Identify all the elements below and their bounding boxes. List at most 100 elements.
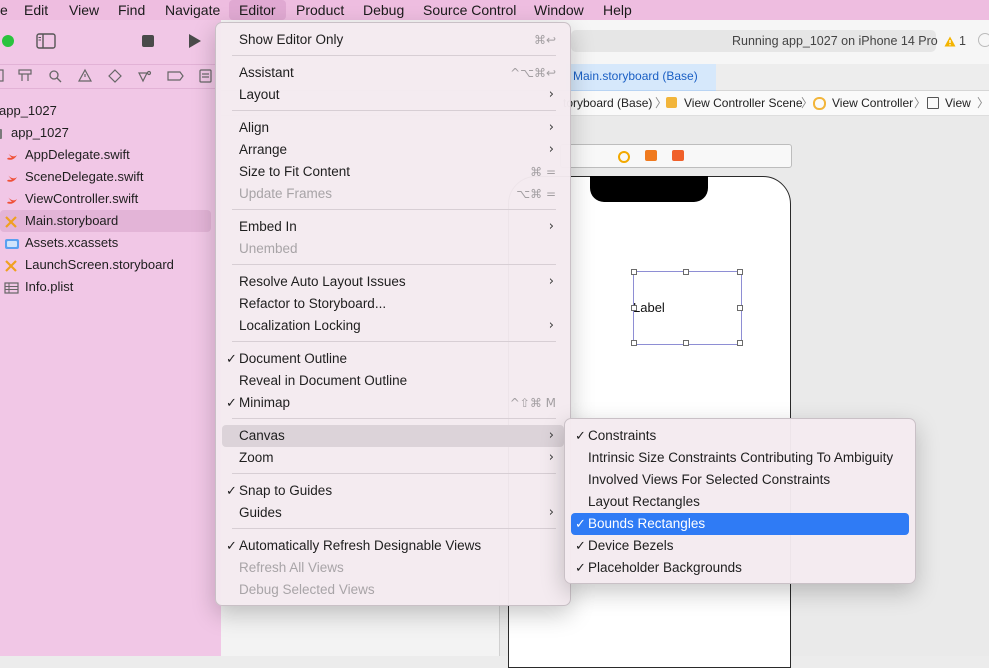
tree-item-assets[interactable]: Assets.xcassets [0, 232, 221, 254]
source-control-icon[interactable] [18, 69, 32, 81]
menu-item-refactor-storyboard[interactable]: Refactor to Storyboard... [222, 293, 564, 315]
library-icon[interactable] [978, 33, 989, 47]
resize-handle[interactable] [737, 340, 743, 346]
toolbar-left [0, 20, 221, 65]
checkmark-icon: ✓ [226, 395, 237, 410]
scene-icon [666, 97, 677, 108]
project-navigator-icon[interactable] [0, 69, 4, 82]
menu-item-label: Reveal in Document Outline [239, 373, 408, 388]
menu-item-resolve-auto-layout[interactable]: Resolve Auto Layout Issues › [222, 271, 564, 293]
breakpoint-navigator-icon[interactable] [167, 71, 184, 81]
tree-item-main-storyboard[interactable]: Main.storyboard [0, 210, 221, 232]
editor-menu: Show Editor Only ⌘↩ Assistant ^⌥⌘↩ Layou… [215, 22, 571, 606]
stop-icon[interactable] [142, 35, 154, 47]
run-icon[interactable] [188, 33, 202, 52]
menu-item-label: Layout Rectangles [588, 494, 700, 509]
menu-item-canvas[interactable]: Canvas › [222, 425, 564, 447]
menu-item-minimap[interactable]: ✓ Minimap ^⇧⌘ M [222, 392, 564, 414]
resize-handle[interactable] [737, 269, 743, 275]
resize-handle[interactable] [631, 305, 637, 311]
menu-item-layout[interactable]: Layout › [222, 84, 564, 106]
menu-view[interactable]: View [69, 0, 99, 20]
tree-item-launchscreen[interactable]: LaunchScreen.storyboard [0, 254, 221, 276]
menu-item-show-editor-only[interactable]: Show Editor Only ⌘↩ [222, 29, 564, 51]
menu-source-control[interactable]: Source Control [423, 0, 516, 20]
tree-item-label: ViewController.swift [25, 191, 139, 206]
jumpbar-scene[interactable]: View Controller Scene [684, 91, 803, 115]
menu-editor[interactable]: Editor [229, 0, 286, 20]
report-navigator-icon[interactable] [199, 69, 212, 83]
warning-icon[interactable] [944, 35, 956, 50]
menu-item-label: Guides [239, 505, 282, 520]
tree-item-project[interactable]: app_1027 [0, 100, 221, 122]
submenu-item-involved-views[interactable]: Involved Views For Selected Constraints [571, 469, 909, 491]
submenu-item-intrinsic-size[interactable]: Intrinsic Size Constraints Contributing … [571, 447, 909, 469]
find-navigator-icon[interactable] [49, 70, 62, 83]
shortcut-label: ^⌥⌘↩ [510, 66, 556, 80]
jumpbar-storyboard[interactable]: toryboard (Base) [563, 91, 652, 115]
resize-handle[interactable] [631, 340, 637, 346]
menu-separator [232, 209, 556, 210]
submenu-item-device-bezels[interactable]: ✓ Device Bezels [571, 535, 909, 557]
chevron-right-icon: › [548, 450, 554, 465]
shortcut-label: ^⇧⌘ M [509, 396, 556, 410]
menu-window[interactable]: Window [534, 0, 584, 20]
tree-item-appdelegate[interactable]: AppDelegate.swift [0, 144, 221, 166]
warning-count: 1 [959, 34, 966, 48]
zoom-window-button[interactable] [2, 35, 14, 47]
exit-icon[interactable] [672, 150, 684, 161]
menu-navigate[interactable]: Navigate [165, 0, 220, 20]
menu-item-label: Unembed [239, 241, 298, 256]
folder-icon [0, 126, 4, 140]
sidebar-toggle-icon[interactable] [36, 33, 56, 52]
tree-item-group[interactable]: app_1027 [0, 122, 221, 144]
menu-item-document-outline[interactable]: ✓ Document Outline [222, 348, 564, 370]
test-navigator-icon[interactable] [108, 69, 122, 83]
resize-handle[interactable] [683, 340, 689, 346]
menu-help[interactable]: Help [603, 0, 632, 20]
menu-file[interactable]: e [0, 0, 8, 20]
menu-item-localization-locking[interactable]: Localization Locking › [222, 315, 564, 337]
menu-item-zoom[interactable]: Zoom › [222, 447, 564, 469]
resize-handle[interactable] [737, 305, 743, 311]
tree-item-infoplist[interactable]: Info.plist [0, 276, 221, 298]
submenu-item-constraints[interactable]: ✓ Constraints [571, 425, 909, 447]
chevron-right-icon: › [548, 318, 554, 333]
submenu-item-bounds-rectangles[interactable]: ✓ Bounds Rectangles [571, 513, 909, 535]
submenu-item-layout-rectangles[interactable]: Layout Rectangles [571, 491, 909, 513]
menu-find[interactable]: Find [118, 0, 145, 20]
menu-debug[interactable]: Debug [363, 0, 404, 20]
menu-item-assistant[interactable]: Assistant ^⌥⌘↩ [222, 62, 564, 84]
menu-item-label: Layout [239, 87, 280, 102]
checkmark-icon: ✓ [226, 483, 237, 498]
viewcontroller-dock-icon[interactable] [618, 151, 630, 163]
menu-item-align[interactable]: Align › [222, 117, 564, 139]
menu-item-label: Document Outline [239, 351, 348, 366]
menu-item-auto-refresh-designable[interactable]: ✓ Automatically Refresh Designable Views [222, 535, 564, 557]
chevron-right-icon: › [548, 428, 554, 443]
menu-item-label: Size to Fit Content [239, 164, 351, 179]
menu-item-size-to-fit[interactable]: Size to Fit Content ⌘ = [222, 161, 564, 183]
tree-item-scenedelegate[interactable]: SceneDelegate.swift [0, 166, 221, 188]
tab-main-storyboard[interactable]: Main.storyboard (Base) [566, 64, 716, 91]
label-view[interactable]: Label [633, 271, 742, 345]
first-responder-icon[interactable] [645, 150, 657, 161]
menu-item-snap-to-guides[interactable]: ✓ Snap to Guides [222, 480, 564, 502]
menu-item-reveal-document-outline[interactable]: Reveal in Document Outline [222, 370, 564, 392]
menu-item-arrange[interactable]: Arrange › [222, 139, 564, 161]
issue-navigator-icon[interactable] [77, 68, 93, 82]
resize-handle[interactable] [631, 269, 637, 275]
jumpbar-view[interactable]: View [945, 91, 971, 115]
submenu-item-placeholder-backgrounds[interactable]: ✓ Placeholder Backgrounds [571, 557, 909, 579]
menu-item-guides[interactable]: Guides › [222, 502, 564, 524]
debug-navigator-icon[interactable] [138, 70, 152, 83]
chevron-right-icon: 〉 [914, 96, 927, 110]
chevron-right-icon: › [548, 219, 554, 234]
checkmark-icon: ✓ [226, 351, 237, 366]
tree-item-viewcontroller[interactable]: ViewController.swift [0, 188, 221, 210]
menu-item-embed-in[interactable]: Embed In › [222, 216, 564, 238]
menu-edit[interactable]: Edit [24, 0, 48, 20]
jumpbar-viewcontroller[interactable]: View Controller [832, 91, 913, 115]
menu-product[interactable]: Product [296, 0, 344, 20]
resize-handle[interactable] [683, 269, 689, 275]
